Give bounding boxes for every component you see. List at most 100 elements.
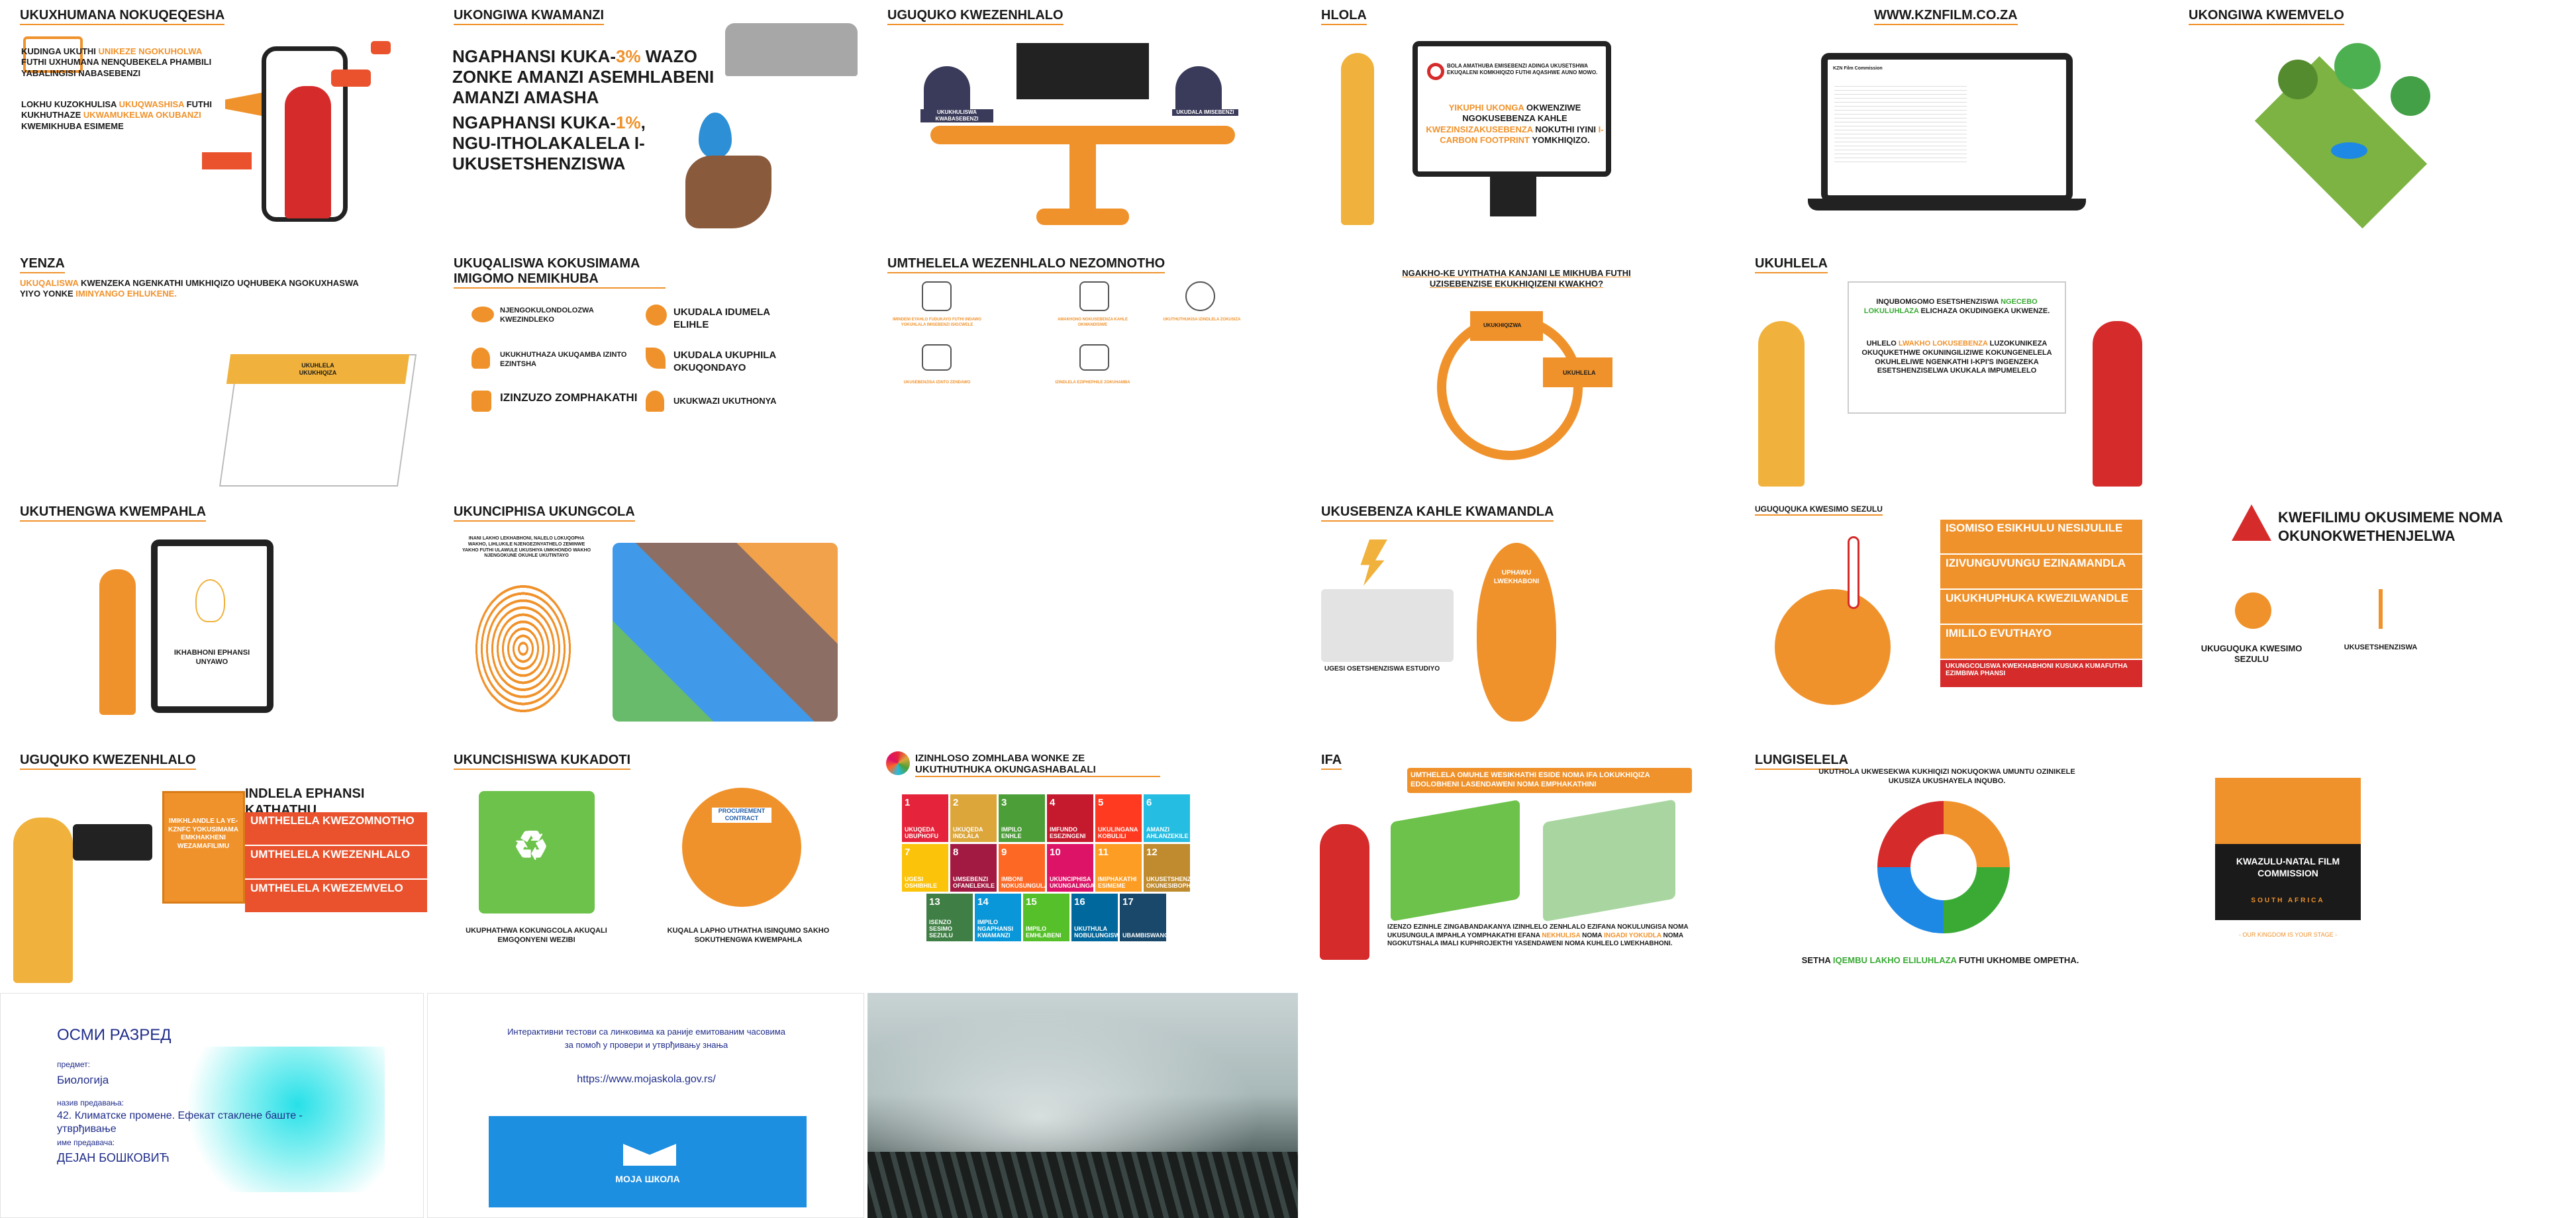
slide-text: BOLA AMATHUBA EMISEBENZI ADINGA UKUSETSH… <box>1447 63 1598 75</box>
sdg-number: 12 <box>1146 847 1158 858</box>
sdg-number: 8 <box>953 847 959 858</box>
website-content <box>1834 83 1967 162</box>
subject: Биологија <box>57 1074 109 1086</box>
list-item: UKUKWAZI UKUTHONYA <box>673 396 777 406</box>
tree-icon <box>2334 43 2381 89</box>
hand-icon <box>685 156 771 228</box>
slide-title: UKUNCISHISWA KUKADOTI <box>454 753 631 770</box>
camera-operator-figure <box>13 818 73 983</box>
environment-tiles <box>613 543 838 722</box>
balance-label-right: UKUDALA IMISEBENZI <box>1172 109 1238 116</box>
slide-25[interactable] <box>867 993 1298 1218</box>
slide-16[interactable]: KWEFILIMU OKUSIMEME NOMA OKUNOKWETHENJEL… <box>2169 496 2576 741</box>
climate-icon <box>2235 592 2271 629</box>
slide-11[interactable]: UKUHLELA INQUBOMGOMO ESETSHENZISWA NGECE… <box>1735 248 2165 493</box>
pillar-row: UMTHELELA KWEZEMVELO <box>245 880 427 913</box>
piggy-bank-icon <box>471 306 494 322</box>
slide-title: UKUTHENGWA KWEMPAHLA <box>20 504 207 522</box>
pond-icon <box>2331 142 2367 159</box>
sdg-label: UKUQEDA UBUPHOFU <box>905 826 938 839</box>
slide-2[interactable]: UKONGIWA KWAMANZI NGAPHANSI KUKA-3% WAZO… <box>434 0 864 245</box>
sdg-label: IMPILO EMHLABENI <box>1026 925 1062 939</box>
sdg-tile: 15 IMPILO EMHLABENI <box>1023 894 1069 941</box>
sdg-tile: 17 UBAMBISWANO <box>1120 894 1169 941</box>
slide-title: UGUQUQUKA KWESIMO SEZULU <box>1755 504 1883 516</box>
slide-10[interactable]: NGAKHO-KE UYITHATHA KANJANI LE MIKHUBA F… <box>1301 248 1732 493</box>
sdg-number: 5 <box>1098 797 1104 808</box>
studio-scene <box>1321 589 1454 662</box>
pillar-row: UMTHELELA KWEZOMNOTHO <box>245 812 427 845</box>
slide-text: UHLELO LWAKHO LOKUSEBENZA LUZOKUNIKEZA O… <box>1861 340 2052 375</box>
sdg-number: 17 <box>1122 896 1134 908</box>
sdg-number: 3 <box>1001 797 1007 808</box>
slide-1[interactable]: UKUXHUMANA NOKUQEQESHA KUDINGA UKUTHI UN… <box>0 0 430 245</box>
subject-label: предмет: <box>57 1060 90 1069</box>
people-figure <box>924 66 970 113</box>
teacher-label: име предавача: <box>57 1138 115 1147</box>
recycle-icon: ♻ <box>513 823 549 868</box>
scale-base <box>1036 209 1129 225</box>
sdg-number: 11 <box>1098 847 1109 858</box>
book-label: IMIKHLANDLE LA YE-KZNFC YOKUSIMAMA EMKHA… <box>168 818 238 850</box>
slide-title: WWW.KZNFILM.CO.ZA <box>1874 8 2018 25</box>
chat-bubble-icon <box>331 70 371 87</box>
tree-icon <box>2391 76 2430 116</box>
pillar-row: UMTHELELA KWEZENHLALO <box>245 846 427 879</box>
slide-19[interactable]: IZINHLOSO ZOMHLABA WONKE ZE UKUTHUTHUKA … <box>867 745 1298 990</box>
slide-14[interactable]: UKUSEBENZA KAHLE KWAMANDLA UGESI OSETSHE… <box>1301 496 1732 741</box>
slide-9[interactable]: UMTHELELA WEZENHLALO NEZOMNOTHO IMINDENI… <box>867 248 1298 493</box>
slide-7[interactable]: YENZA UKUQALISWA KWENZEKA NGENKATHI UMKH… <box>0 248 430 493</box>
slide-17[interactable]: UGUQUKO KWEZENHLALO IMIKHLANDLE LA YE-KZ… <box>0 745 430 990</box>
lecture: 42. Климатске промене. Ефекат стаклене б… <box>57 1110 303 1135</box>
thermometer-icon <box>1848 536 1859 609</box>
slide-4[interactable]: HLOLA BOLA AMATHUBA EMISEBENZI ADINGA UK… <box>1301 0 1732 245</box>
impact-row: IZIVUNGUVUNGU EZINAMANDLA <box>1940 555 2142 589</box>
slide-15[interactable]: UGUQUQUKA KWESIMO SEZULU ISOMISO ESIKHUL… <box>1735 496 2165 741</box>
sdg-tile: 5 UKULINGANA KOBULILI <box>1095 794 1142 842</box>
slide-24[interactable]: Интерактивни тестови са линковима ка ран… <box>427 993 864 1218</box>
slide-title: UKUHLELA <box>1755 256 1828 273</box>
slide-text: SETHA IQEMBU LAKHO ELILUHLAZA FUTHI UKHO… <box>1801 955 2079 965</box>
slide-21[interactable]: LUNGISELELA UKUTHOLA UKWESEKWA KUKHIQIZI… <box>1735 745 2165 990</box>
list-item: UKUDALA UKUPHILA OKUQONDAYO <box>673 350 776 373</box>
sdg-tile: 3 IMPILO ENHLE <box>999 794 1045 842</box>
slide-18[interactable]: UKUNCISHISWA KUKADOTI ♻ UKUPHATHWA KOKUN… <box>434 745 864 990</box>
slide-title: UKUXHUMANA NOKUQEQESHA <box>20 8 225 25</box>
people-figure <box>1175 66 1222 113</box>
water-drop-icon <box>699 113 732 159</box>
slide-title: UKONGIWA KWAMANZI <box>454 8 605 25</box>
slide-8[interactable]: UKUQALISWA KOKUSIMAMA IMIGOMO NEMIKHUBA … <box>434 248 864 493</box>
footprint-icon <box>195 579 225 622</box>
sdg-label: IMBONI NOKUSUNGULA <box>1001 876 1048 889</box>
slide-text: YIKUPHI UKONGA OKWENZIWE NGOKUSEBENZA KA… <box>1426 103 1604 145</box>
slide-sorter-grid: UKUXHUMANA NOKUQEQESHA KUDINGA UKUTHI UN… <box>0 0 2576 1218</box>
slide-12[interactable]: UKUTHENGWA KWEMPAHLA IKHABHONI EPHANSI U… <box>0 496 430 741</box>
slide-5[interactable]: WWW.KZNFILM.CO.ZA KZN Film Commission <box>1735 0 2165 245</box>
eco-icon <box>1185 281 1215 311</box>
bus-icon <box>1079 344 1109 371</box>
lecture-label: назив предавања: <box>57 1098 124 1107</box>
sdg-label: UGESI OSHIBHILE <box>905 876 938 889</box>
slide-23[interactable]: ОСМИ РАЗРЕД предмет: Биологија назив пре… <box>0 993 424 1218</box>
sdg-number: 9 <box>1001 847 1007 858</box>
presenter-figure <box>2093 321 2142 487</box>
burnt-debris <box>867 1152 1298 1218</box>
balance-label-left: UKUKHULISWA KWABASEBENZI <box>920 109 993 122</box>
greenhouse-isometric <box>1543 799 1675 922</box>
logo-slogan: - OUR KINGDOM IS YOUR STAGE - <box>2238 931 2338 938</box>
slide-22[interactable]: KWAZULU-NATAL FILM COMMISSION SOUTH AFRI… <box>2169 745 2576 990</box>
sdg-tile: 9 IMBONI NOKUSUNGULA <box>999 844 1048 892</box>
thinker-figure <box>1320 824 1369 960</box>
list-item: UKUTHUTHUKISA IZINDLELA ZOKUSIZA <box>1163 318 1241 322</box>
slide-3[interactable]: UGUQUKO KWEZENHLALO UKUKHULISWA KWABASEB… <box>867 0 1298 245</box>
target-icon <box>1427 63 1444 80</box>
website-link[interactable]: https://www.mojaskola.gov.rs/ <box>454 1073 838 1086</box>
slide-20[interactable]: IFA UMTHELELA OMUHLE WESIKHATHI ESIDE NO… <box>1301 745 1732 990</box>
slide-6[interactable]: UKONGIWA KWEMVELO <box>2169 0 2576 245</box>
slide-text: UKUTHOLA UKWESEKWA KUKHIQIZI NOKUQOKWA U… <box>1818 768 2075 785</box>
sdg-number: 14 <box>977 896 989 908</box>
slide-13[interactable]: UKUNCIPHISA UKUNGCOLA INANI LAKHO LEKHAB… <box>434 496 864 741</box>
stage-label: UKUHLELA <box>1563 369 1596 376</box>
team-circle-inner <box>1910 834 1977 900</box>
sdg-tile: 6 AMANZI AHLANZEKILE <box>1144 794 1190 842</box>
